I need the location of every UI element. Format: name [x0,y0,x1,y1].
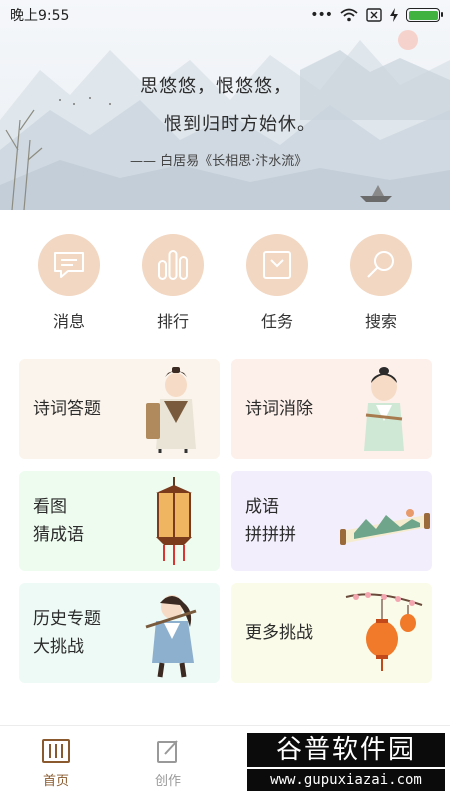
sim-off-icon [366,8,382,22]
hero-banner: 思悠悠，恨悠悠， 恨到归时方始休。 —— 白居易《长相思·汴水流》 [0,0,450,210]
watermark: 谷普软件园 www.gupuxiazai.com [247,733,445,795]
quick-actions: 消息 排行 任务 搜索 [0,234,450,334]
card-poetry-quiz[interactable]: 诗词答题 [19,359,220,459]
quick-action-label: 搜索 [364,312,397,331]
search-icon [367,251,394,278]
card-history-challenge[interactable]: 历史专题 大挑战 [19,583,220,683]
quick-action-label: 排行 [156,312,189,331]
quick-action-message[interactable]: 消息 [24,234,114,332]
nav-label: 首页 [42,774,69,789]
poem-line-1: 思悠悠，恨悠悠， [140,76,292,97]
lanterns-blossom-illustration [345,592,423,671]
ranking-icon [158,250,188,280]
watermark-url: www.gupuxiazai.com [247,769,445,791]
quick-action-ranking[interactable]: 排行 [128,234,218,332]
charging-icon [390,8,398,22]
message-icon [54,252,84,278]
warrior-character-illustration [145,595,197,678]
card-title: 诗词答题 [33,399,101,419]
status-bar: 晚上9:55 ••• [0,0,450,30]
more-dots-icon: ••• [310,7,333,23]
battery-icon [406,8,443,22]
poem-line-2: 恨到归时方始休。 [164,114,316,135]
card-idiom-puzzle[interactable]: 成语 拼拼拼 [231,471,432,571]
card-title: 看图 [33,497,67,517]
card-poetry-elimination[interactable]: 诗词消除 [231,359,432,459]
scholar-flute-illustration [364,367,404,451]
lantern-illustration [156,477,192,565]
scholar-character-illustration [146,367,196,453]
scroll-painting-illustration [340,509,430,545]
nav-home[interactable]: 首页 [26,738,86,789]
wifi-icon [340,8,358,22]
card-more-challenges[interactable]: 更多挑战 [231,583,432,683]
quick-action-label: 任务 [260,312,293,331]
poem-block: 思悠悠，恨悠悠， 恨到归时方始休。 —— 白居易《长相思·汴水流》 [0,0,450,210]
card-subtitle: 猜成语 [33,525,84,545]
card-title: 成语 [245,497,279,517]
quick-action-search[interactable]: 搜索 [336,234,426,332]
watermark-title: 谷普软件园 [247,733,445,767]
nav-create[interactable]: 创作 [138,738,198,789]
card-title: 更多挑战 [245,623,313,643]
card-subtitle: 大挑战 [33,637,84,657]
home-icon [42,739,70,763]
quick-action-label: 消息 [52,312,85,331]
task-icon [263,251,291,279]
status-time: 晚上9:55 [10,8,70,24]
poem-source: —— 白居易《长相思·汴水流》 [130,154,308,169]
nav-label: 创作 [154,774,181,789]
quick-action-task[interactable]: 任务 [232,234,322,332]
card-guess-idiom[interactable]: 看图 猜成语 [19,471,220,571]
card-subtitle: 拼拼拼 [245,525,296,545]
edit-icon [157,740,178,763]
card-title: 诗词消除 [245,399,313,419]
card-title: 历史专题 [33,609,101,629]
